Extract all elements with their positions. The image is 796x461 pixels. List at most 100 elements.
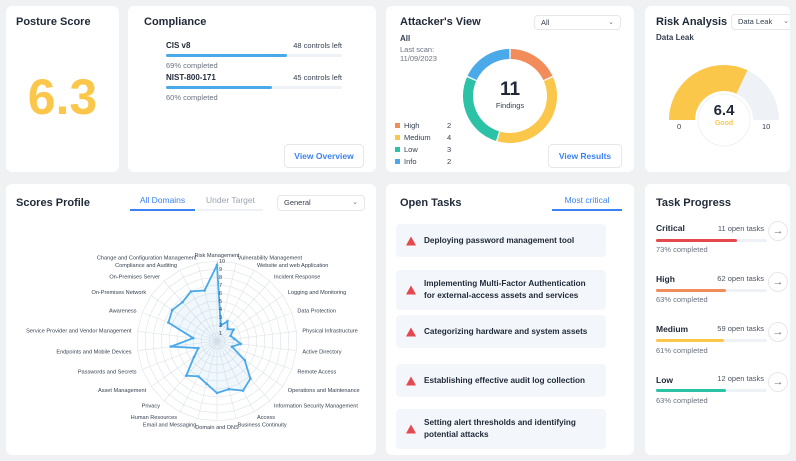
compliance-name: NIST-800-171 — [166, 73, 216, 82]
task-item[interactable]: Implementing Multi-Factor Authentication… — [396, 270, 606, 310]
radar-point — [241, 389, 245, 392]
open-tasks-card: Open Tasks Most critical Deploying passw… — [386, 184, 634, 455]
legend-swatch — [395, 123, 400, 128]
legend-count: 2 — [447, 157, 452, 166]
task-item[interactable]: Deploying password management tool — [396, 224, 606, 257]
progress-label: Low — [656, 375, 673, 385]
legend-swatch — [395, 147, 400, 152]
posture-score-value: 6.3 — [27, 69, 98, 125]
radar-axis-label: Remote Access — [297, 370, 336, 376]
radar-axis-label: Data Protection — [297, 309, 336, 315]
radar-axis-label: Privacy — [142, 403, 161, 409]
radar-tick-label: 8 — [219, 275, 222, 281]
task-item[interactable]: Categorizing hardware and system assets — [396, 315, 606, 348]
task-progress-card: Task Progress Critical 11 open tasks 73%… — [645, 184, 790, 455]
donut-segment-high — [510, 49, 553, 81]
compliance-progress-bar — [166, 86, 342, 89]
radar-point — [226, 327, 229, 331]
radar-tick-label: 6 — [219, 291, 222, 297]
legend-label: High — [404, 121, 420, 130]
task-label: Implementing Multi-Factor Authentication… — [424, 279, 586, 300]
progress-bar — [656, 389, 767, 392]
view-results-button[interactable]: View Results — [548, 144, 622, 168]
compliance-controls-left: 45 controls left — [293, 73, 342, 82]
legend-label: Low — [404, 145, 418, 154]
legend-count: 2 — [447, 121, 452, 130]
compliance-progress-fill — [166, 54, 288, 57]
progress-label: High — [656, 274, 675, 284]
radar-axis-label: Passwords and Secrets — [78, 370, 137, 376]
radar-point — [170, 308, 174, 312]
progress-completed: 63% completed — [656, 396, 708, 405]
arrow-right-icon[interactable]: → — [768, 221, 788, 241]
radar-point — [197, 346, 200, 350]
progress-bar — [656, 339, 767, 342]
task-label: Deploying password management tool — [424, 235, 575, 245]
progress-fill — [656, 339, 724, 342]
progress-open-count: 11 open tasks — [717, 224, 764, 233]
scores-profile-card: Scores Profile All Domains Under Target … — [6, 184, 376, 455]
compliance-progress-bar — [166, 54, 342, 57]
radar-axis-label: Business Continuity — [238, 423, 287, 429]
progress-bar — [656, 239, 767, 242]
progress-bar — [656, 289, 767, 292]
gauge-min-label: 0 — [677, 122, 682, 131]
radar-axis-label: On-Premises Server — [109, 275, 160, 281]
radar-tick-label: 9 — [219, 267, 222, 273]
radar-point — [232, 328, 235, 331]
radar-axis-label: Information Security Management — [274, 403, 358, 409]
radar-point — [229, 334, 232, 338]
compliance-card: Compliance CIS v8 48 controls left 69% c… — [128, 6, 376, 172]
radar-axis-label: Service Provider and Vendor Management — [26, 329, 132, 335]
progress-label: Critical — [656, 223, 685, 233]
risk-value: 6.4 — [713, 102, 735, 119]
radar-axis-label: Incident Response — [274, 275, 320, 281]
radar-axis-label: Risk Management — [194, 253, 240, 259]
arrow-right-icon[interactable]: → — [768, 272, 788, 292]
compliance-name: CIS v8 — [166, 41, 191, 50]
radar-axis-label: Change and Configuration Management — [97, 256, 197, 262]
radar-point — [169, 345, 173, 348]
posture-score-card: Posture Score 6.3 — [6, 6, 119, 172]
warning-icon — [406, 285, 416, 295]
legend-count: 3 — [447, 145, 452, 154]
radar-tick-label: 4 — [219, 307, 222, 313]
attackers-view-card: Attacker's View All ⌄ All Last scan: 11/… — [386, 6, 634, 172]
radar-point — [197, 375, 200, 378]
scores-radar-chart: 10 9 8 7 6 5 4 3 2 1 Risk ManagementVulnerability … — [26, 253, 359, 431]
task-item[interactable]: Setting alert thresholds and identifying… — [396, 409, 606, 449]
radar-axis-label: Vulnerability Management — [238, 256, 303, 262]
radar-point — [192, 355, 196, 359]
legend-label: Info — [404, 157, 417, 166]
compliance-progress-fill — [166, 86, 272, 89]
progress-open-count: 62 open tasks — [717, 274, 764, 283]
radar-point — [215, 263, 219, 267]
most-critical-tab[interactable]: Most critical — [552, 195, 622, 211]
radar-axis-label: Logging and Monitoring — [288, 290, 346, 296]
radar-point — [239, 342, 243, 346]
warning-icon — [406, 236, 416, 245]
arrow-right-icon[interactable]: → — [768, 372, 788, 392]
radar-point — [205, 382, 208, 385]
task-item[interactable]: Establishing effective audit log collect… — [396, 364, 606, 397]
radar-point — [184, 374, 188, 377]
radar-tick-label: 5 — [219, 299, 222, 305]
radar-point — [189, 290, 193, 293]
legend-swatch — [395, 159, 400, 164]
radar-axis-label: On-Premises Network — [91, 290, 146, 296]
radar-point — [203, 289, 206, 292]
radar-tick-label: 2 — [219, 323, 222, 329]
view-overview-button[interactable]: View Overview — [284, 144, 364, 168]
donut-segment-info — [467, 49, 510, 81]
radar-point — [243, 358, 246, 362]
arrow-right-icon[interactable]: → — [768, 322, 788, 342]
radar-tick-label: 1 — [219, 331, 222, 337]
radar-point — [226, 319, 229, 323]
radar-tick-label: 7 — [219, 283, 222, 289]
task-label: Setting alert thresholds and identifying… — [424, 418, 576, 439]
findings-count: 11 — [499, 79, 521, 100]
legend-count: 4 — [447, 133, 452, 142]
radar-axis-label: Access — [257, 415, 275, 421]
radar-axis-label: Asset Management — [98, 388, 147, 394]
progress-completed: 61% completed — [656, 346, 708, 355]
